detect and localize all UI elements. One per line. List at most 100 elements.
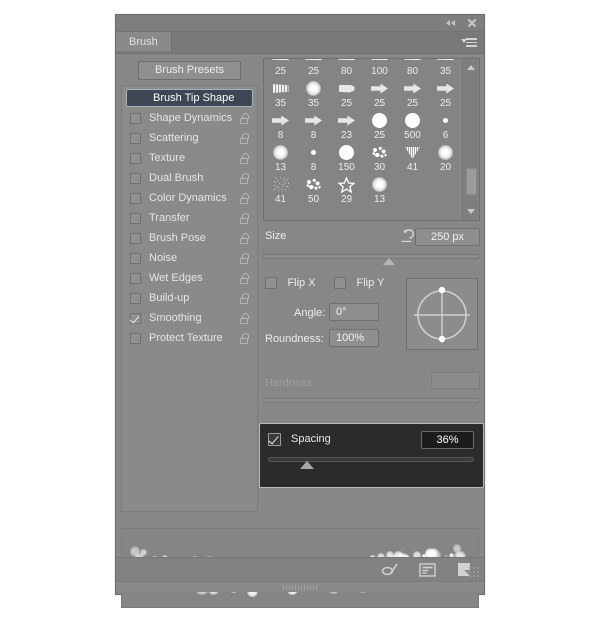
sidebar-item-shape-dynamics[interactable]: Shape Dynamics bbox=[122, 109, 257, 129]
option-checkbox[interactable] bbox=[130, 333, 141, 344]
brush-tip-cell[interactable]: 35 bbox=[264, 79, 297, 111]
brush-tip-cell[interactable]: 25 bbox=[297, 59, 330, 79]
option-checkbox[interactable] bbox=[130, 233, 141, 244]
lock-icon[interactable] bbox=[240, 153, 249, 164]
brush-tip-cell[interactable]: 8 bbox=[264, 111, 297, 143]
brush-settings-column: 25 25 80 100 80 35 35 35 25 25 25 25 8 8 23 25 500 6 13 8 15… bbox=[263, 54, 480, 403]
brush-tip-cell[interactable]: 150 bbox=[330, 143, 363, 175]
brush-tip-cell[interactable]: 6 bbox=[429, 111, 462, 143]
sidebar-item-scattering[interactable]: Scattering bbox=[122, 129, 257, 149]
open-preset-manager-icon[interactable] bbox=[418, 561, 437, 578]
brush-tip-cell[interactable]: 8 bbox=[297, 143, 330, 175]
lock-icon[interactable] bbox=[240, 333, 249, 344]
sidebar-item-smoothing[interactable]: Smoothing bbox=[122, 309, 257, 329]
sidebar-item-build-up[interactable]: Build-up bbox=[122, 289, 257, 309]
brush-tip-cell[interactable]: 20 bbox=[429, 143, 462, 175]
brush-tip-cell[interactable]: 8 bbox=[297, 111, 330, 143]
flip-x-checkbox[interactable] bbox=[265, 276, 277, 289]
brush-tip-cell[interactable]: 41 bbox=[264, 175, 297, 207]
brush-tip-cell[interactable]: 13 bbox=[363, 175, 396, 207]
spacing-value-field[interactable]: 36% bbox=[421, 431, 474, 449]
lock-icon[interactable] bbox=[240, 193, 249, 204]
scroll-up-arrow-icon[interactable] bbox=[467, 65, 475, 70]
scroll-down-arrow-icon[interactable] bbox=[467, 209, 475, 214]
lock-icon[interactable] bbox=[240, 233, 249, 244]
collapse-double-arrow-icon[interactable] bbox=[445, 17, 457, 29]
sidebar-item-protect-texture[interactable]: Protect Texture bbox=[122, 329, 257, 349]
sidebar-item-brush-pose[interactable]: Brush Pose bbox=[122, 229, 257, 249]
size-slider-handle[interactable] bbox=[382, 258, 395, 265]
brush-tip-cell[interactable]: 100 bbox=[363, 59, 396, 79]
sidebar-item-transfer[interactable]: Transfer bbox=[122, 209, 257, 229]
sidebar-item-noise[interactable]: Noise bbox=[122, 249, 257, 269]
brush-tip-size: 23 bbox=[340, 130, 353, 141]
brush-tip-thumbnail bbox=[363, 59, 396, 66]
brush-tip-cell[interactable]: 25 bbox=[363, 79, 396, 111]
option-checkbox[interactable] bbox=[130, 213, 141, 224]
option-label: Transfer bbox=[149, 212, 190, 224]
panel-menu-icon[interactable] bbox=[461, 37, 477, 49]
brush-tip-cell[interactable]: 25 bbox=[396, 79, 429, 111]
sidebar-item-color-dynamics[interactable]: Color Dynamics bbox=[122, 189, 257, 209]
size-slider[interactable] bbox=[263, 254, 480, 265]
brush-tip-cell[interactable]: 13 bbox=[264, 143, 297, 175]
sidebar-item-texture[interactable]: Texture bbox=[122, 149, 257, 169]
option-checkbox[interactable] bbox=[130, 253, 141, 264]
option-checkbox[interactable] bbox=[130, 173, 141, 184]
brush-grid-scrollbar[interactable] bbox=[462, 60, 478, 219]
spacing-checkbox[interactable] bbox=[268, 433, 281, 446]
lock-icon[interactable] bbox=[240, 293, 249, 304]
option-checkbox[interactable] bbox=[130, 153, 141, 164]
lock-icon[interactable] bbox=[240, 173, 249, 184]
toggle-live-tip-brush-preview-icon[interactable] bbox=[381, 561, 400, 578]
option-checkbox[interactable] bbox=[130, 133, 141, 144]
brush-tip-cell[interactable]: 29 bbox=[330, 175, 363, 207]
sidebar-item-wet-edges[interactable]: Wet Edges bbox=[122, 269, 257, 289]
resize-grip[interactable] bbox=[468, 566, 481, 579]
brush-tip-cell[interactable]: 35 bbox=[297, 79, 330, 111]
spacing-slider-handle[interactable] bbox=[300, 461, 314, 469]
brush-tip-cell[interactable]: 25 bbox=[363, 111, 396, 143]
lock-icon[interactable] bbox=[240, 133, 249, 144]
close-icon[interactable] bbox=[466, 17, 478, 29]
sidebar-item-dual-brush[interactable]: Dual Brush bbox=[122, 169, 257, 189]
brush-tip-thumbnail bbox=[363, 111, 396, 130]
brush-tip-cell[interactable]: 80 bbox=[396, 59, 429, 79]
scrollbar-thumb[interactable] bbox=[465, 168, 477, 195]
roundness-value-field[interactable]: 100% bbox=[329, 329, 379, 347]
spacing-slider[interactable] bbox=[268, 457, 474, 469]
option-checkbox[interactable] bbox=[130, 293, 141, 304]
brush-presets-button[interactable]: Brush Presets bbox=[138, 61, 241, 80]
brush-tip-thumbnail bbox=[297, 111, 330, 130]
brush-tip-cell[interactable]: 25 bbox=[429, 79, 462, 111]
lock-icon[interactable] bbox=[240, 113, 249, 124]
flip-y-checkbox[interactable] bbox=[334, 276, 347, 289]
brush-tip-cell[interactable]: 50 bbox=[297, 175, 330, 207]
tab-brush[interactable]: Brush bbox=[116, 32, 172, 51]
sidebar-item-brush-tip-shape[interactable]: Brush Tip Shape bbox=[126, 89, 253, 107]
size-value-field[interactable]: 250 px bbox=[415, 228, 480, 246]
brush-tip-cell[interactable]: 23 bbox=[330, 111, 363, 143]
brush-tip-cell[interactable]: 25 bbox=[264, 59, 297, 79]
option-checkbox[interactable] bbox=[130, 313, 141, 324]
lock-icon[interactable] bbox=[240, 313, 249, 324]
revert-arrow-icon[interactable] bbox=[399, 228, 414, 243]
angle-value-field[interactable]: 0° bbox=[329, 303, 379, 321]
option-label: Noise bbox=[149, 252, 178, 264]
brush-tip-cell[interactable]: 500 bbox=[396, 111, 429, 143]
lock-icon[interactable] bbox=[240, 213, 249, 224]
brush-tip-cell[interactable]: 35 bbox=[429, 59, 462, 79]
option-checkbox[interactable] bbox=[130, 193, 141, 204]
panel-drag-grip[interactable] bbox=[116, 581, 484, 592]
brush-tip-cell[interactable]: 41 bbox=[396, 143, 429, 175]
option-checkbox[interactable] bbox=[130, 273, 141, 284]
spacing-section: Spacing 36% bbox=[259, 423, 484, 488]
brush-tip-cell[interactable]: 80 bbox=[330, 59, 363, 79]
brush-tip-thumbnail bbox=[264, 59, 297, 66]
brush-tip-cell[interactable]: 25 bbox=[330, 79, 363, 111]
option-checkbox[interactable] bbox=[130, 113, 141, 124]
lock-icon[interactable] bbox=[240, 253, 249, 264]
lock-icon[interactable] bbox=[240, 273, 249, 284]
angle-roundness-control[interactable] bbox=[406, 278, 478, 350]
brush-tip-cell[interactable]: 30 bbox=[363, 143, 396, 175]
